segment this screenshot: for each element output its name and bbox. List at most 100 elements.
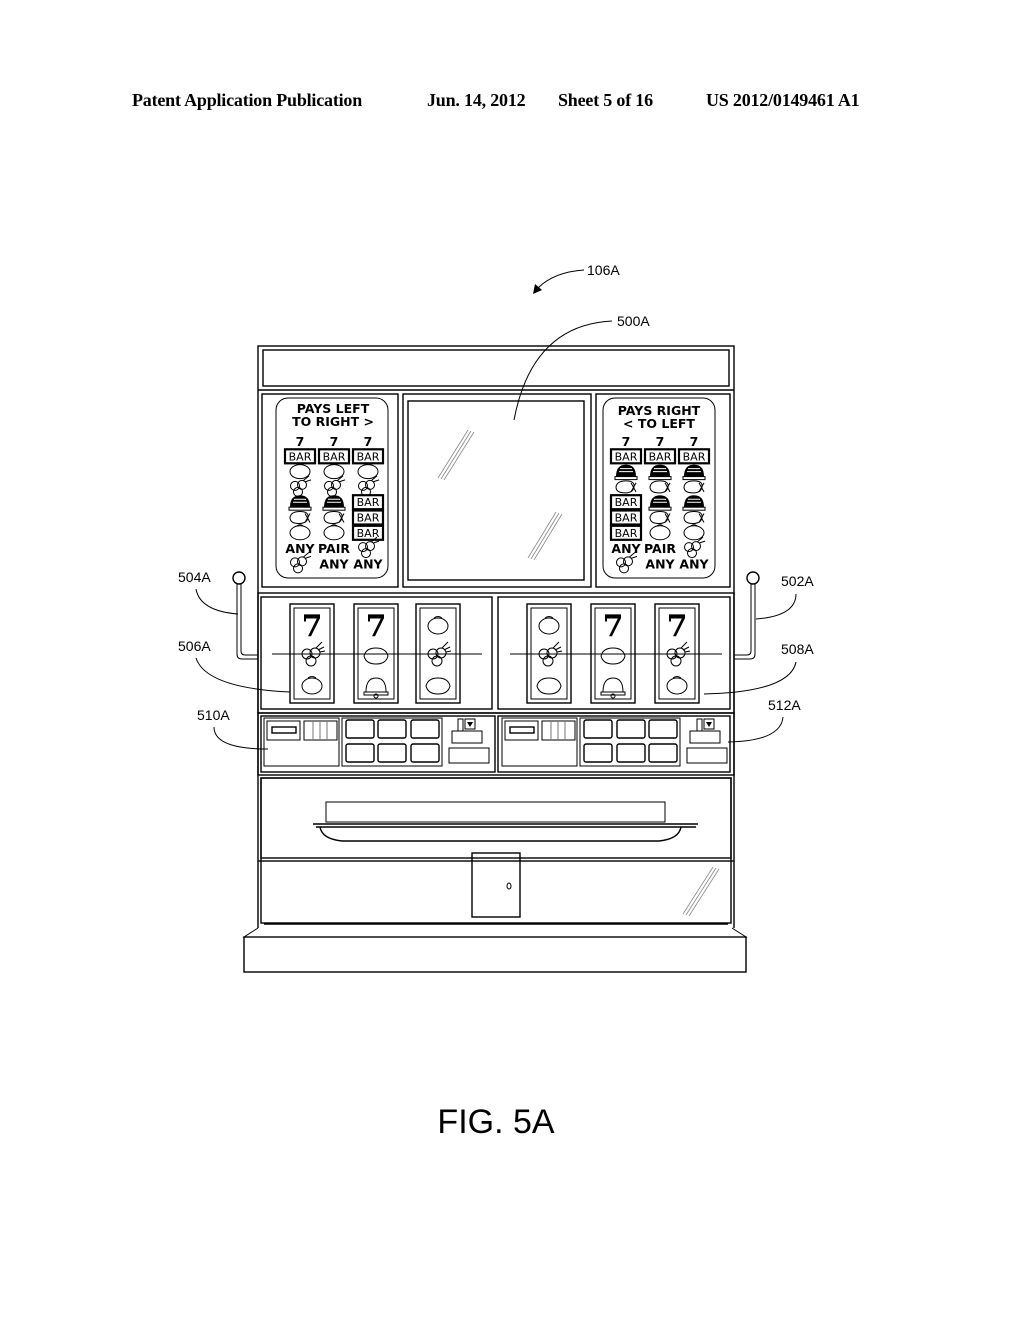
left-control-panel — [260, 715, 496, 773]
paytable-cell: PAIR — [318, 541, 350, 556]
reel-symbol-orange-icon — [301, 676, 323, 695]
right-button-5[interactable] — [616, 743, 646, 763]
left-ticket-slot[interactable] — [448, 747, 490, 764]
ref-label-502A: 502A — [781, 573, 814, 589]
reel-symbol-orange-icon — [666, 676, 688, 695]
reel-symbol-lemon-icon — [536, 677, 562, 695]
reference-504A: 504A — [178, 569, 239, 615]
paytable-cell: BAR — [609, 524, 643, 541]
paytable-cell: BAR — [609, 494, 643, 511]
svg-text:BAR: BAR — [649, 450, 672, 463]
paytable-cell-bell-icon — [614, 464, 638, 481]
paytable-cell: 7 — [656, 434, 665, 449]
left-button-1[interactable] — [345, 719, 375, 739]
paytable-cell: 7 — [364, 434, 373, 449]
ref-label-512A: 512A — [768, 697, 801, 713]
paytable-cell-orange-icon — [289, 524, 311, 541]
svg-text:BAR: BAR — [357, 496, 380, 509]
reference-506A: 506A — [178, 638, 291, 693]
paytable-cell-lemon-icon — [323, 511, 345, 524]
display-frame — [402, 393, 592, 588]
svg-text:BAR: BAR — [615, 450, 638, 463]
reference-106A: 106A — [533, 262, 620, 294]
right-button-2[interactable] — [616, 719, 646, 739]
svg-text:BAR: BAR — [357, 450, 380, 463]
paytable-cell: BAR — [283, 448, 317, 465]
reel-symbol-seven: 7 — [667, 609, 688, 644]
paytable-cell: ANY — [679, 556, 709, 571]
access-door[interactable] — [471, 852, 521, 918]
reel-symbol-orange-icon — [538, 616, 560, 635]
paytable-cell-bell-icon — [682, 494, 706, 511]
paytable-cell: BAR — [317, 448, 351, 465]
paytable-cell: 7 — [690, 434, 699, 449]
paytable-cell: BAR — [609, 509, 643, 526]
display-screen — [407, 400, 585, 581]
paytable-cell-lemon-icon — [289, 511, 311, 524]
left-handle — [232, 571, 258, 660]
left-button-2[interactable] — [377, 719, 407, 739]
paytable-cell: 7 — [296, 434, 305, 449]
paytable-cell-lemon-icon — [649, 480, 671, 494]
ref-label-510A: 510A — [197, 707, 230, 723]
reel-symbol-bell-icon — [363, 677, 389, 699]
reference-512A: 512A — [727, 697, 801, 743]
ref-label-106A: 106A — [587, 262, 620, 278]
reel-symbol-bell-icon — [600, 677, 626, 699]
paytable-cell-orange-icon — [357, 463, 379, 480]
left-paytable-content: PAYS LEFT TO RIGHT > 7 7 7BAR BAR BARBARBARB… — [283, 401, 385, 574]
paytable-cell-orange-icon — [683, 524, 705, 541]
door-lock-icon — [506, 882, 512, 890]
svg-text:BAR: BAR — [289, 450, 312, 463]
reel-symbol-lemon-icon — [363, 647, 389, 665]
ref-label-508A: 508A — [781, 641, 814, 657]
svg-text:BAR: BAR — [323, 450, 346, 463]
paytable-cell-orange-icon — [649, 524, 671, 541]
paytable-cell: BAR — [351, 509, 385, 526]
lower-cabinet — [242, 777, 748, 973]
figure-caption: FIG. 5A — [437, 1103, 554, 1141]
right-ticket-slot[interactable] — [686, 747, 728, 764]
svg-text:BAR: BAR — [615, 496, 638, 509]
svg-text:BAR: BAR — [615, 527, 638, 540]
paytable-cell-bell-icon — [682, 464, 706, 481]
ref-label-500A: 500A — [617, 313, 650, 329]
ref-label-506A: 506A — [178, 638, 211, 654]
paytable-cell: ANY — [285, 541, 315, 556]
paytable-cell: PAIR — [644, 541, 676, 556]
reference-508A: 508A — [703, 641, 814, 695]
paytable-cell-bell-icon — [322, 494, 346, 511]
patent-drawing: PAYS LEFT TO RIGHT > 7 7 7BAR BAR BARBARBARB… — [178, 262, 814, 1141]
left-button-6[interactable] — [410, 743, 440, 763]
right-button-1[interactable] — [583, 719, 613, 739]
reference-502A: 502A — [755, 573, 814, 620]
paytable-cell-lemon-icon — [683, 480, 705, 494]
right-paytable-content: PAYS RIGHT < TO LEFT 7 7 7BAR BAR BARBARBARB… — [609, 403, 711, 574]
paytable-cell: BAR — [609, 448, 643, 465]
reel-symbol-seven: 7 — [603, 609, 624, 644]
paytable-cell: 7 — [330, 434, 339, 449]
reel-symbol-lemon-icon — [425, 677, 451, 695]
paytable-cell-bell-icon — [648, 464, 672, 481]
left-button-3[interactable] — [410, 719, 440, 739]
paytable-cell: ANY — [645, 556, 675, 571]
left-paytable-title-2: TO RIGHT > — [292, 414, 374, 429]
left-button-5[interactable] — [377, 743, 407, 763]
paytable-cell: BAR — [351, 524, 385, 541]
right-button-6[interactable] — [648, 743, 678, 763]
paytable-cell-orange-icon — [323, 524, 345, 541]
paytable-cell: BAR — [677, 448, 711, 465]
left-button-4[interactable] — [345, 743, 375, 763]
right-handle — [734, 571, 760, 660]
paytable-cell: ANY — [611, 541, 641, 556]
right-button-4[interactable] — [583, 743, 613, 763]
paytable-cell-bell-icon — [648, 494, 672, 511]
paytable-cell-lemon-icon — [683, 511, 705, 524]
reel-symbol-seven: 7 — [302, 609, 323, 644]
svg-text:BAR: BAR — [357, 512, 380, 525]
right-paytable-title-2: < TO LEFT — [623, 416, 695, 431]
gaming-machine: PAYS LEFT TO RIGHT > 7 7 7BAR BAR BARBARBARB… — [232, 345, 760, 973]
coin-tray — [313, 823, 698, 842]
paytable-cell-lemon-icon — [615, 480, 637, 494]
right-button-3[interactable] — [648, 719, 678, 739]
